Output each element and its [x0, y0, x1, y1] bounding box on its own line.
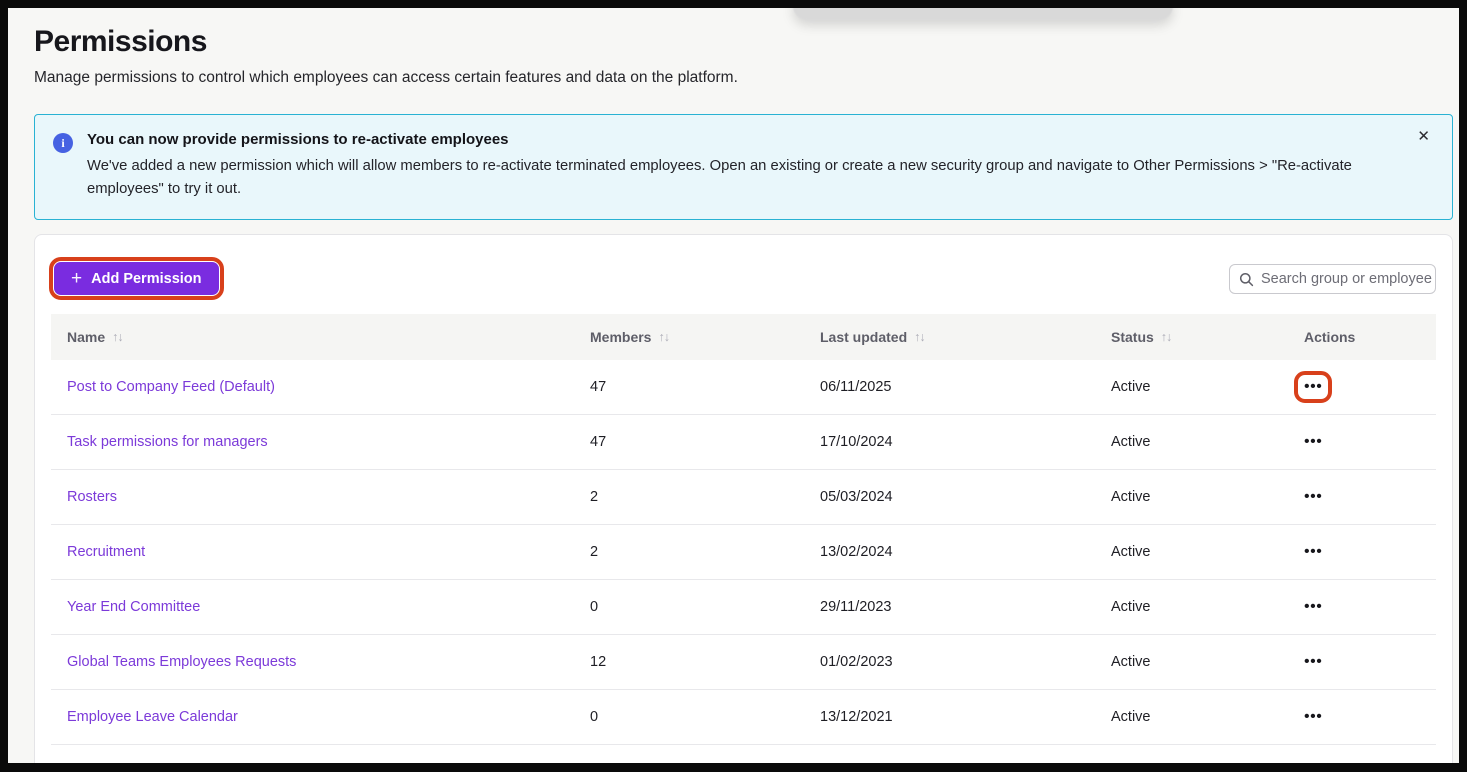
column-header-name[interactable]: Name ↑↓ — [67, 329, 590, 345]
table-row: Global Teams Employees Requests 12 01/02… — [51, 635, 1436, 690]
status-cell: Active — [1111, 599, 1304, 615]
sort-icon[interactable]: ↑↓ — [112, 330, 123, 344]
add-permission-highlight-ring: + Add Permission — [49, 257, 224, 300]
column-header-actions: Actions — [1304, 329, 1436, 345]
last-updated-cell: 06/11/2025 — [820, 379, 1111, 395]
table-row: Rosters 2 05/03/2024 Active ••• — [51, 470, 1436, 525]
last-updated-cell: 13/12/2021 — [820, 709, 1111, 725]
members-cell: 2 — [590, 544, 820, 560]
table-row: Employee Leave Calendar 0 13/12/2021 Act… — [51, 690, 1436, 745]
info-banner-title: You can now provide permissions to re-ac… — [87, 131, 1404, 148]
permission-name-link[interactable]: Recruitment — [67, 544, 590, 560]
members-cell: 2 — [590, 489, 820, 505]
sort-icon[interactable]: ↑↓ — [914, 330, 925, 344]
more-options-icon[interactable]: ••• — [1304, 434, 1322, 450]
status-cell: Active — [1111, 709, 1304, 725]
info-banner-text: You can now provide permissions to re-ac… — [87, 131, 1404, 201]
info-banner: i You can now provide permissions to re-… — [34, 114, 1453, 220]
members-cell: 12 — [590, 654, 820, 670]
info-banner-body: We've added a new permission which will … — [87, 155, 1404, 201]
column-header-members[interactable]: Members ↑↓ — [590, 329, 820, 345]
sort-icon[interactable]: ↑↓ — [1161, 330, 1172, 344]
more-options-icon[interactable]: ••• — [1304, 654, 1322, 670]
table-toolbar: + Add Permission — [35, 235, 1452, 300]
overlay-pill-remnant — [793, 8, 1173, 20]
actions-cell: ••• — [1304, 489, 1436, 505]
add-permission-button[interactable]: + Add Permission — [54, 262, 219, 295]
last-updated-cell: 13/02/2024 — [820, 544, 1111, 560]
table-header-row: Name ↑↓ Members ↑↓ Last updated ↑↓ Statu… — [51, 314, 1436, 360]
more-options-icon[interactable]: ••• — [1304, 599, 1322, 615]
page-title: Permissions — [34, 24, 1433, 60]
last-updated-cell: 01/02/2023 — [820, 654, 1111, 670]
status-cell: Active — [1111, 544, 1304, 560]
more-options-icon[interactable]: ••• — [1304, 489, 1322, 505]
members-cell: 47 — [590, 434, 820, 450]
search-box — [1229, 264, 1436, 294]
permissions-table: Name ↑↓ Members ↑↓ Last updated ↑↓ Statu… — [51, 314, 1436, 745]
permission-name-link[interactable]: Year End Committee — [67, 599, 590, 615]
status-cell: Active — [1111, 434, 1304, 450]
actions-cell: ••• — [1304, 434, 1436, 450]
actions-cell: ••• — [1304, 709, 1436, 725]
sort-icon[interactable]: ↑↓ — [658, 330, 669, 344]
actions-cell: ••• — [1304, 544, 1436, 560]
more-options-icon[interactable]: ••• — [1304, 544, 1322, 560]
permission-name-link[interactable]: Global Teams Employees Requests — [67, 654, 590, 670]
last-updated-cell: 29/11/2023 — [820, 599, 1111, 615]
table-row: Year End Committee 0 29/11/2023 Active •… — [51, 580, 1436, 635]
status-cell: Active — [1111, 489, 1304, 505]
actions-cell: ••• — [1304, 654, 1436, 670]
column-header-status[interactable]: Status ↑↓ — [1111, 329, 1304, 345]
status-cell: Active — [1111, 654, 1304, 670]
screenshot-frame: Permissions Manage permissions to contro… — [0, 0, 1467, 772]
info-icon: i — [53, 133, 73, 153]
last-updated-cell: 17/10/2024 — [820, 434, 1111, 450]
page-subtitle: Manage permissions to control which empl… — [34, 67, 1433, 88]
permission-name-link[interactable]: Task permissions for managers — [67, 434, 590, 450]
table-row: Recruitment 2 13/02/2024 Active ••• — [51, 525, 1436, 580]
permissions-page: Permissions Manage permissions to contro… — [8, 8, 1459, 763]
last-updated-cell: 05/03/2024 — [820, 489, 1111, 505]
permission-name-link[interactable]: Post to Company Feed (Default) — [67, 379, 590, 395]
table-row: Post to Company Feed (Default) 47 06/11/… — [51, 360, 1436, 415]
permissions-card: + Add Permission Name ↑↓ — [34, 234, 1453, 763]
members-cell: 0 — [590, 599, 820, 615]
members-cell: 0 — [590, 709, 820, 725]
members-cell: 47 — [590, 379, 820, 395]
add-permission-label: Add Permission — [91, 271, 201, 287]
more-options-highlight-ring: ••• — [1294, 371, 1332, 403]
permission-name-link[interactable]: Employee Leave Calendar — [67, 709, 590, 725]
permission-name-link[interactable]: Rosters — [67, 489, 590, 505]
actions-cell: ••• — [1304, 379, 1436, 395]
more-options-icon[interactable]: ••• — [1304, 709, 1322, 725]
search-input[interactable] — [1261, 271, 1435, 287]
more-options-icon[interactable]: ••• — [1304, 379, 1322, 395]
status-cell: Active — [1111, 379, 1304, 395]
table-row: Task permissions for managers 47 17/10/2… — [51, 415, 1436, 470]
search-icon — [1239, 272, 1254, 287]
plus-icon: + — [71, 269, 82, 288]
actions-cell: ••• — [1304, 599, 1436, 615]
close-icon[interactable]: ✕ — [1413, 125, 1434, 148]
column-header-last-updated[interactable]: Last updated ↑↓ — [820, 329, 1111, 345]
